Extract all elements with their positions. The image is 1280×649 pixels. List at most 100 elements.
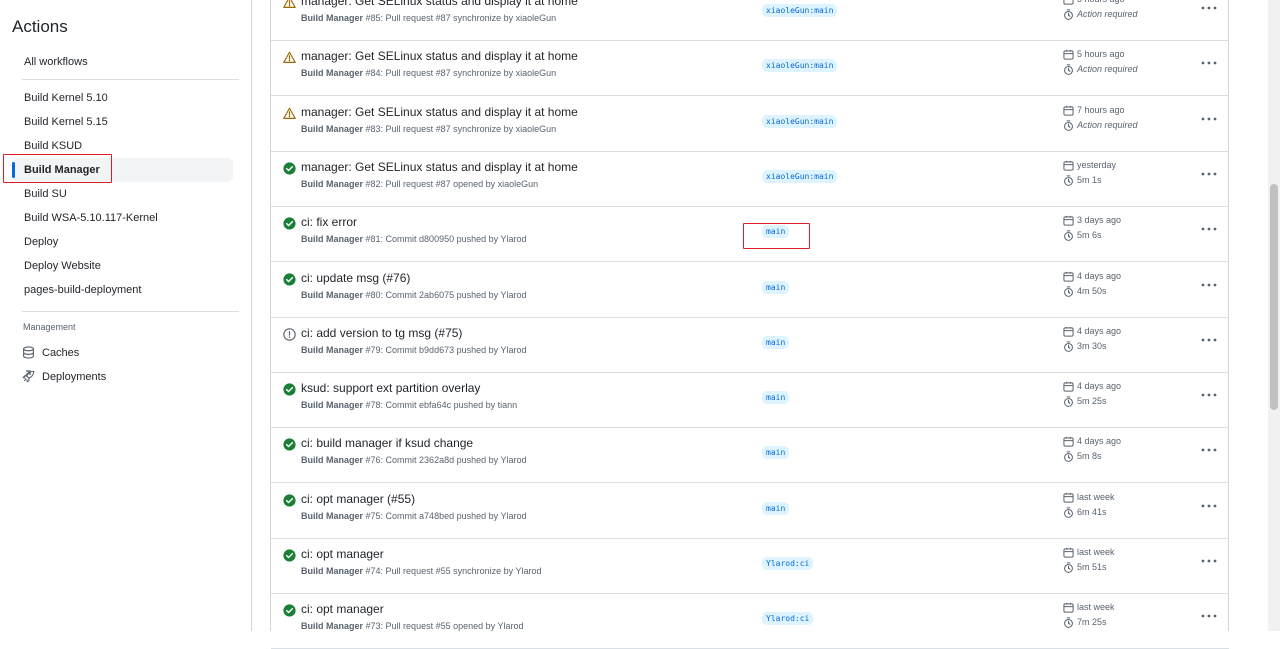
run-title-link[interactable]: ci: fix error <box>301 215 357 229</box>
run-menu-button[interactable] <box>1199 111 1219 127</box>
branch-badge[interactable]: main <box>762 446 790 460</box>
run-title-link[interactable]: ci: opt manager <box>301 602 384 616</box>
sidebar-item-deploy-website[interactable]: Deploy Website <box>12 254 233 278</box>
workflow-runs-list: manager: Get SELinux status and display … <box>270 0 1229 649</box>
run-title-link[interactable]: manager: Get SELinux status and display … <box>301 49 578 63</box>
sidebar-item-all-workflows[interactable]: All workflows <box>12 50 233 74</box>
branch-badge[interactable]: Ylarod:ci <box>762 557 814 570</box>
branch-badge[interactable]: main <box>762 335 790 349</box>
sidebar-item-build-wsa-kernel[interactable]: Build WSA-5.10.117-Kernel <box>12 206 233 230</box>
calendar-icon <box>1063 216 1074 226</box>
run-menu-button[interactable] <box>1199 221 1219 237</box>
run-title-link[interactable]: manager: Get SELinux status and display … <box>301 0 578 8</box>
run-menu-button[interactable] <box>1199 608 1219 624</box>
run-workflow-name: Build Manager <box>301 400 364 411</box>
branch-badge[interactable]: main <box>762 225 790 239</box>
branch-badge[interactable]: main <box>762 391 790 405</box>
run-title-link[interactable]: ci: update msg (#76) <box>301 271 410 285</box>
stopwatch-icon <box>1064 9 1073 20</box>
workflow-run-row[interactable]: ksud: support ext partition overlay Build… <box>271 373 1229 429</box>
page-scrollbar[interactable] <box>1268 0 1280 631</box>
sidebar-item-caches[interactable]: Caches <box>22 343 233 363</box>
run-time-text: last week <box>1077 602 1115 613</box>
run-meta: Build Manager #76: Commit 2362a8d pushed… <box>301 455 526 465</box>
branch-badge[interactable]: main <box>762 280 790 294</box>
calendar-icon <box>1063 160 1074 171</box>
calendar-icon <box>1063 492 1074 503</box>
workflow-run-row[interactable]: manager: Get SELinux status and display … <box>271 0 1229 41</box>
run-menu-button[interactable] <box>1199 387 1219 403</box>
workflow-run-row[interactable]: manager: Get SELinux status and display … <box>271 41 1229 97</box>
run-meta: Build Manager #79: Commit b9dd673 pushed… <box>301 345 526 355</box>
workflow-run-row[interactable]: ci: opt manager Build Manager #74: Pull r… <box>271 539 1229 594</box>
run-title-link[interactable]: ksud: support ext partition overlay <box>301 381 480 395</box>
kebab-menu-icon <box>1201 6 1217 10</box>
run-title-link[interactable]: ci: build manager if ksud change <box>301 436 473 450</box>
run-detail: #76: Commit 2362a8d pushed by Ylarod <box>365 455 527 466</box>
branch-badge[interactable]: Ylarod:ci <box>762 612 814 626</box>
kebab-menu-icon <box>1201 227 1217 231</box>
run-duration-text: Action required <box>1077 119 1138 130</box>
sidebar-title: Actions <box>12 17 68 36</box>
workflow-run-row[interactable]: manager: Get SELinux status and display … <box>271 97 1229 152</box>
sidebar-item-build-manager[interactable]: Build Manager <box>12 158 233 182</box>
branch-badge[interactable]: xiaoleGun:main <box>762 4 838 17</box>
run-workflow-name: Build Manager <box>301 455 364 466</box>
run-title-link[interactable]: manager: Get SELinux status and display … <box>301 160 578 174</box>
workflow-run-row[interactable]: ci: add version to tg msg (#75) Build Man… <box>271 318 1229 373</box>
workflows-sidebar: Actions All workflows Build Kernel 5.10 … <box>0 0 252 631</box>
stopwatch-icon <box>1064 230 1073 242</box>
run-time-text: 5 hours ago <box>1077 0 1125 6</box>
run-title-link[interactable]: ci: opt manager (#55) <box>301 492 415 506</box>
kebab-menu-icon <box>1201 614 1217 618</box>
sidebar-item-build-kernel-510[interactable]: Build Kernel 5.10 <box>12 86 233 110</box>
run-status <box>283 107 296 120</box>
run-menu-button[interactable] <box>1199 553 1219 569</box>
sidebar-item-pages-build-deployment[interactable]: pages-build-deployment <box>12 278 233 302</box>
external-link-icon <box>23 370 31 378</box>
run-menu-button[interactable] <box>1199 55 1219 71</box>
stopwatch-icon <box>1064 451 1073 463</box>
run-status <box>283 604 296 617</box>
run-menu-button[interactable] <box>1199 0 1219 16</box>
run-workflow-name: Build Manager <box>301 234 364 245</box>
workflow-run-row[interactable]: ci: opt manager (#55) Build Manager #75: … <box>271 484 1229 539</box>
sidebar-item-deployments[interactable]: Deployments <box>22 367 233 387</box>
workflow-run-row[interactable]: ci: build manager if ksud change Build Ma… <box>271 428 1229 484</box>
run-workflow-name: Build Manager <box>301 510 364 521</box>
run-detail: #82: Pull request #87 opened by xiaoleGu… <box>365 178 539 189</box>
branch-badge[interactable]: xiaoleGun:main <box>762 59 838 73</box>
run-title-link[interactable]: ci: add version to tg msg (#75) <box>301 326 462 340</box>
run-duration-text: 5m 25s <box>1077 396 1107 407</box>
run-menu-button[interactable] <box>1199 166 1219 182</box>
workflow-run-row[interactable]: ci: opt manager Build Manager #73: Pull r… <box>271 594 1229 649</box>
run-title-link[interactable]: manager: Get SELinux status and display … <box>301 105 578 119</box>
workflow-run-row[interactable]: ci: fix error Build Manager #81: Commit d… <box>271 207 1229 263</box>
check-circle-icon <box>283 604 296 617</box>
run-detail: #80: Commit 2ab6075 pushed by Ylarod <box>365 289 527 300</box>
run-menu-button[interactable] <box>1199 442 1219 458</box>
check-circle-icon <box>283 162 296 175</box>
workflow-run-row[interactable]: manager: Get SELinux status and display … <box>271 152 1229 207</box>
branch-badge[interactable]: main <box>762 501 790 515</box>
branch-badge[interactable]: xiaoleGun:main <box>762 114 838 128</box>
run-duration-text: 7m 25s <box>1077 617 1107 628</box>
run-meta: Build Manager #80: Commit 2ab6075 pushed… <box>301 290 526 300</box>
kebab-menu-icon <box>1201 61 1217 65</box>
calendar-icon <box>1063 437 1074 447</box>
run-title-link[interactable]: ci: opt manager <box>301 547 384 561</box>
branch-badge[interactable]: xiaoleGun:main <box>762 169 838 183</box>
workflow-run-row[interactable]: ci: update msg (#76) Build Manager #80: C… <box>271 263 1229 318</box>
scrollbar-thumb[interactable] <box>1270 184 1278 410</box>
caches-label: Caches <box>42 347 80 359</box>
sidebar-item-build-kernel-515[interactable]: Build Kernel 5.15 <box>12 110 233 134</box>
sidebar-item-deploy[interactable]: Deploy <box>12 230 233 254</box>
run-menu-button[interactable] <box>1199 332 1219 348</box>
run-menu-button[interactable] <box>1199 277 1219 293</box>
sidebar-item-build-su[interactable]: Build SU <box>12 182 233 206</box>
sidebar-item-build-ksud[interactable]: Build KSUD <box>12 134 233 158</box>
check-circle-icon <box>283 549 296 562</box>
run-menu-button[interactable] <box>1199 498 1219 514</box>
run-meta: Build Manager #85: Pull request #87 sync… <box>301 13 556 23</box>
check-circle-icon <box>283 438 296 451</box>
